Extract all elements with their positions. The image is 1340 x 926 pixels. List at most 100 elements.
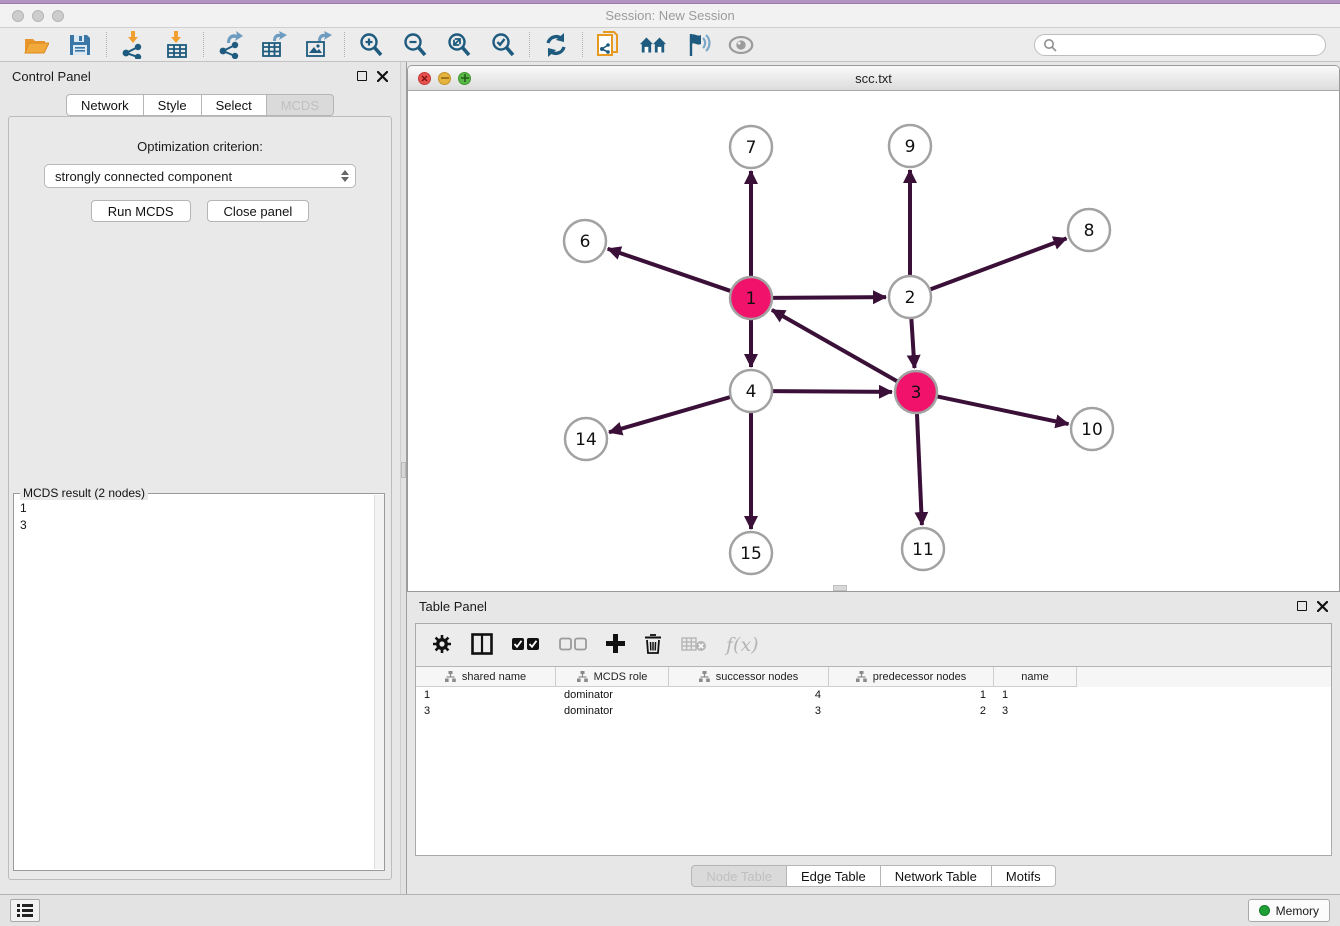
tab-select[interactable]: Select	[202, 94, 267, 116]
graph-edge-4-3[interactable]	[772, 391, 892, 392]
graph-edge-2-8[interactable]	[930, 238, 1067, 289]
network-canvas[interactable]: 7968124314101511	[408, 91, 1339, 592]
show-graphics-details-button[interactable]	[727, 31, 755, 59]
deselect-all-button[interactable]	[559, 637, 587, 654]
export-network-button[interactable]	[216, 31, 244, 59]
trash-icon	[644, 633, 662, 654]
table-options-button[interactable]	[432, 634, 452, 657]
close-panel-button[interactable]: Close panel	[207, 200, 310, 222]
graph-edge-4-14[interactable]	[609, 397, 731, 432]
first-neighbors-button[interactable]	[639, 31, 667, 59]
table-subpanel: f(x) shared name MCDS role successor nod…	[415, 623, 1332, 856]
network-window-titlebar[interactable]: scc.txt	[408, 66, 1339, 91]
zoom-fit-button[interactable]	[445, 31, 473, 59]
delete-table-button[interactable]	[681, 636, 707, 655]
combo-stepper-icon	[341, 170, 349, 182]
float-table-panel-icon[interactable]	[1297, 601, 1307, 611]
cell-successor-nodes[interactable]: 4	[669, 687, 829, 703]
cell-predecessor-nodes[interactable]: 1	[829, 687, 994, 703]
graph-edge-2-3[interactable]	[911, 318, 914, 368]
cell-name[interactable]: 3	[994, 703, 1077, 719]
mcds-result-text[interactable]: 1 3	[14, 494, 384, 536]
vertical-splitter[interactable]	[400, 62, 407, 894]
cell-shared-name[interactable]: 1	[416, 687, 556, 703]
refresh-button[interactable]	[542, 31, 570, 59]
tab-motifs[interactable]: Motifs	[992, 865, 1056, 887]
search-input[interactable]	[1062, 38, 1317, 52]
cell-mcds-role[interactable]: dominator	[556, 703, 669, 719]
select-all-button[interactable]	[512, 637, 540, 654]
hide-graphics-details-button[interactable]	[683, 31, 711, 59]
memory-button[interactable]: Memory	[1248, 899, 1330, 922]
new-network-from-selection-button[interactable]	[595, 31, 623, 59]
column-header-shared-name[interactable]: shared name	[416, 667, 556, 687]
graph-edge-3-10[interactable]	[937, 396, 1069, 424]
zoom-out-button[interactable]	[401, 31, 429, 59]
canvas-resize-grip[interactable]	[833, 585, 847, 591]
tab-edge-table[interactable]: Edge Table	[787, 865, 881, 887]
add-column-button[interactable]	[606, 634, 625, 656]
task-history-button[interactable]	[10, 899, 40, 922]
network-window-title: scc.txt	[408, 71, 1339, 86]
apply-function-button[interactable]: f(x)	[726, 634, 759, 656]
cell-mcds-role[interactable]: dominator	[556, 687, 669, 703]
graph-node-label-15: 15	[740, 544, 762, 564]
unchecked-boxes-icon	[559, 637, 587, 651]
node-table[interactable]: shared name MCDS role successor nodes pr…	[416, 666, 1331, 855]
tab-network[interactable]: Network	[66, 94, 144, 116]
zoom-selected-button[interactable]	[489, 31, 517, 59]
column-layout-button[interactable]	[471, 633, 493, 658]
column-header-successor-nodes[interactable]: successor nodes	[669, 667, 829, 687]
column-header-predecessor-nodes[interactable]: predecessor nodes	[829, 667, 994, 687]
graph-edge-3-1[interactable]	[772, 310, 898, 382]
cell-predecessor-nodes[interactable]: 2	[829, 703, 994, 719]
main-toolbar	[0, 28, 1340, 62]
graph-node-label-2: 2	[905, 288, 916, 308]
float-panel-icon[interactable]	[357, 71, 367, 81]
open-folder-icon	[23, 33, 49, 57]
zoom-selected-icon	[490, 32, 516, 58]
column-title: successor nodes	[716, 671, 799, 683]
graph-node-label-3: 3	[911, 383, 922, 403]
tab-node-table[interactable]: Node Table	[691, 865, 787, 887]
export-table-button[interactable]	[260, 31, 288, 59]
columns-icon	[471, 633, 493, 655]
close-panel-icon[interactable]	[377, 71, 388, 82]
close-table-panel-icon[interactable]	[1317, 601, 1328, 612]
graph-node-label-6: 6	[580, 232, 591, 252]
import-network-button[interactable]	[119, 31, 147, 59]
hierarchy-icon	[577, 671, 588, 682]
zoom-in-button[interactable]	[357, 31, 385, 59]
criterion-select[interactable]: strongly connected component	[44, 164, 356, 188]
delete-column-button[interactable]	[644, 633, 662, 657]
column-header-mcds-role[interactable]: MCDS role	[556, 667, 669, 687]
table-row[interactable]: 1 dominator 4 1 1	[416, 687, 1331, 703]
import-table-button[interactable]	[163, 31, 191, 59]
export-image-button[interactable]	[304, 31, 332, 59]
result-scrollbar[interactable]	[374, 495, 384, 869]
save-icon	[68, 33, 92, 57]
graph-edge-1-6[interactable]	[608, 249, 731, 291]
graph-edge-3-11[interactable]	[917, 413, 922, 525]
export-network-icon	[217, 31, 243, 59]
search-field[interactable]	[1034, 34, 1326, 56]
cell-successor-nodes[interactable]: 3	[669, 703, 829, 719]
cell-name[interactable]: 1	[994, 687, 1077, 703]
tab-style[interactable]: Style	[144, 94, 202, 116]
tab-network-table[interactable]: Network Table	[881, 865, 992, 887]
table-header-row: shared name MCDS role successor nodes pr…	[416, 667, 1331, 687]
export-table-icon	[261, 31, 287, 59]
save-session-button[interactable]	[66, 31, 94, 59]
table-toolbar: f(x)	[416, 624, 1331, 666]
graph-edge-1-2[interactable]	[772, 297, 886, 298]
criterion-selected-value: strongly connected component	[55, 169, 232, 184]
run-mcds-button[interactable]: Run MCDS	[91, 200, 191, 222]
table-row[interactable]: 3 dominator 3 2 3	[416, 703, 1331, 719]
tab-mcds[interactable]: MCDS	[267, 94, 334, 116]
column-header-name[interactable]: name	[994, 667, 1077, 687]
mcds-result-box: MCDS result (2 nodes) 1 3	[13, 493, 385, 871]
open-session-button[interactable]	[22, 31, 50, 59]
plus-icon	[606, 634, 625, 653]
splitter-grip[interactable]	[401, 462, 406, 478]
cell-shared-name[interactable]: 3	[416, 703, 556, 719]
